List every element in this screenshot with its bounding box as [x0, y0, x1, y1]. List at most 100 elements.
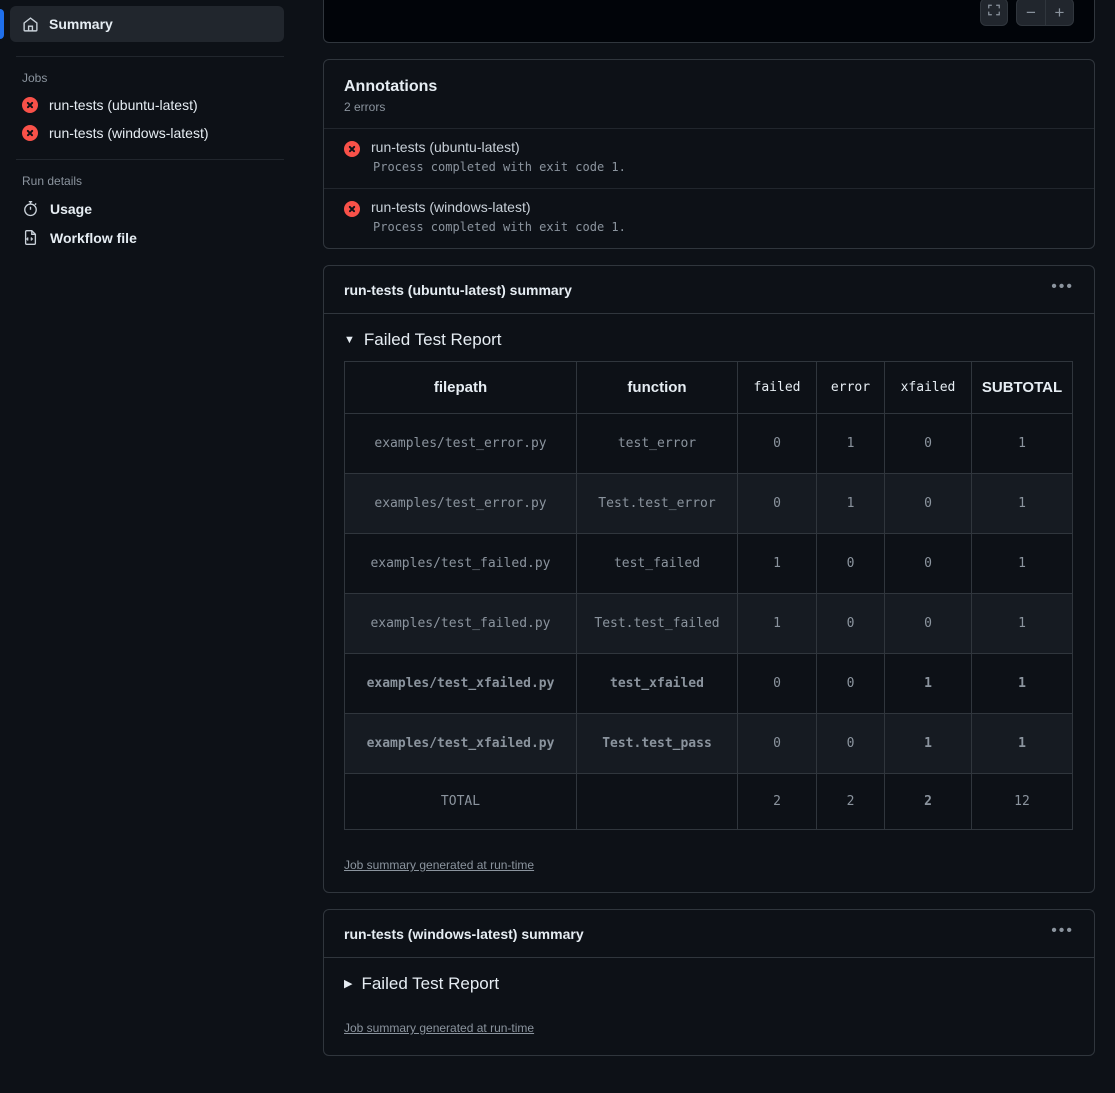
cell-filepath: examples/test_error.py [344, 413, 577, 474]
cell-filepath: examples/test_failed.py [344, 533, 577, 594]
error-status-icon [344, 141, 360, 157]
sidebar-item-summary[interactable]: Summary [0, 6, 300, 42]
cell-error: 0 [816, 533, 885, 594]
cell-error: 0 [816, 713, 885, 774]
cell-failed: 1 [737, 593, 817, 654]
column-header-subtotal: SUBTOTAL [971, 361, 1073, 414]
job-summary-title: run-tests (windows-latest) summary [344, 925, 584, 942]
table-row: examples/test_error.py Test.test_error 0… [344, 473, 1073, 534]
log-viewer-panel: − + [323, 0, 1095, 43]
job-summary-menu-button[interactable]: ••• [1051, 278, 1074, 301]
cell-xfailed: 1 [884, 653, 972, 714]
zoom-out-button[interactable]: − [1017, 0, 1045, 25]
home-icon [22, 16, 39, 33]
cell-xfailed: 0 [884, 593, 972, 654]
cell-function: Test.test_failed [576, 593, 738, 654]
cell-subtotal: 1 [971, 533, 1073, 594]
cell-filepath: examples/test_xfailed.py [344, 653, 577, 714]
annotation-job-name: run-tests (windows-latest) [371, 199, 531, 215]
cell-failed: 1 [737, 533, 817, 594]
runtime-note-link[interactable]: Job summary generated at run-time [344, 1021, 534, 1035]
cell-error: 0 [816, 593, 885, 654]
cell-error: 1 [816, 473, 885, 534]
sidebar-item-label: Summary [49, 16, 113, 32]
table-row: examples/test_xfailed.py test_xfailed 0 … [344, 653, 1073, 714]
table-row: examples/test_error.py test_error 0 1 0 … [344, 413, 1073, 474]
cell-total-label: TOTAL [344, 773, 577, 830]
job-summary-header: run-tests (ubuntu-latest) summary ••• [324, 266, 1094, 314]
failed-test-report-label: Failed Test Report [363, 330, 502, 349]
table-row: examples/test_failed.py test_failed 1 0 … [344, 533, 1073, 594]
table-total-row: TOTAL 2 2 2 12 [344, 773, 1073, 830]
job-summary-menu-button[interactable]: ••• [1051, 922, 1074, 945]
sidebar-job-ubuntu[interactable]: run-tests (ubuntu-latest) [0, 91, 300, 119]
cell-failed: 0 [737, 413, 817, 474]
active-accent-bar [0, 9, 4, 39]
cell-total-xfailed: 2 [884, 773, 972, 830]
sidebar-job-windows[interactable]: run-tests (windows-latest) [0, 119, 300, 147]
job-summary-title: run-tests (ubuntu-latest) summary [344, 281, 572, 298]
chevron-down-icon: ▼ [344, 333, 355, 346]
viewer-toolbar: − + [980, 0, 1074, 26]
column-header-filepath: filepath [344, 361, 577, 414]
cell-function: test_error [576, 413, 738, 474]
run-details-title: Run details [22, 174, 83, 188]
job-summary-card-ubuntu: run-tests (ubuntu-latest) summary ••• ▼ … [323, 265, 1095, 893]
sidebar-item-label: Workflow file [50, 229, 137, 246]
cell-function: Test.test_error [576, 473, 738, 534]
cell-subtotal: 1 [971, 593, 1073, 654]
main-content: − + Annotations 2 errors run-tests (ubun… [300, 0, 1115, 1093]
cell-failed: 0 [737, 653, 817, 714]
failed-test-report-label: Failed Test Report [361, 974, 500, 993]
annotations-header: Annotations 2 errors [324, 60, 1094, 128]
annotations-title: Annotations [344, 78, 438, 95]
cell-failed: 0 [737, 473, 817, 534]
cell-total-error: 2 [816, 773, 885, 830]
annotations-error-count: 2 errors [344, 100, 386, 114]
job-summary-card-windows: run-tests (windows-latest) summary ••• ▶… [323, 909, 1095, 1056]
annotation-message: Process completed with exit code 1. [373, 160, 626, 174]
failed-test-report-disclosure[interactable]: ▶ Failed Test Report [344, 974, 1074, 994]
annotation-job-name: run-tests (ubuntu-latest) [371, 139, 520, 155]
chevron-right-icon: ▶ [344, 977, 353, 990]
cell-filepath: examples/test_xfailed.py [344, 713, 577, 774]
cell-error: 0 [816, 653, 885, 714]
job-summary-header: run-tests (windows-latest) summary ••• [324, 910, 1094, 958]
failed-test-report-table: filepath function failed error xfailed S… [344, 361, 1073, 830]
cell-xfailed: 1 [884, 713, 972, 774]
column-header-error: error [816, 361, 885, 414]
column-header-failed: failed [737, 361, 817, 414]
annotation-item[interactable]: run-tests (windows-latest) Process compl… [324, 188, 1094, 248]
cell-filepath: examples/test_error.py [344, 473, 577, 534]
fullscreen-button[interactable] [980, 0, 1008, 26]
error-status-icon [344, 201, 360, 217]
cell-xfailed: 0 [884, 473, 972, 534]
zoom-controls: − + [1016, 0, 1074, 26]
zoom-in-button[interactable]: + [1045, 0, 1073, 25]
cell-function: Test.test_pass [576, 713, 738, 774]
cell-total-failed: 2 [737, 773, 817, 830]
stopwatch-icon [22, 200, 39, 217]
sidebar-item-usage[interactable]: Usage [0, 194, 300, 223]
file-code-icon [22, 229, 39, 246]
error-status-icon [22, 97, 38, 113]
annotation-message: Process completed with exit code 1. [373, 220, 626, 234]
cell-function: test_xfailed [576, 653, 738, 714]
sidebar-item-workflow-file[interactable]: Workflow file [0, 223, 300, 252]
runtime-note-link[interactable]: Job summary generated at run-time [344, 858, 534, 872]
failed-test-report-disclosure[interactable]: ▼ Failed Test Report [344, 330, 1074, 350]
fullscreen-icon [987, 3, 1001, 22]
job-summary-body: ▶ Failed Test Report Job summary generat… [324, 958, 1094, 1055]
cell-failed: 0 [737, 713, 817, 774]
cell-subtotal: 1 [971, 653, 1073, 714]
job-summary-body: ▼ Failed Test Report filepath function f… [324, 314, 1094, 892]
sidebar-job-label: run-tests (ubuntu-latest) [49, 97, 198, 113]
cell-total-subtotal: 12 [971, 773, 1073, 830]
annotation-item[interactable]: run-tests (ubuntu-latest) Process comple… [324, 128, 1094, 188]
cell-xfailed: 0 [884, 533, 972, 594]
cell-subtotal: 1 [971, 473, 1073, 534]
table-row: examples/test_xfailed.py Test.test_pass … [344, 713, 1073, 774]
sidebar-job-label: run-tests (windows-latest) [49, 125, 209, 141]
jobs-section-title: Jobs [22, 71, 48, 85]
cell-function: test_failed [576, 533, 738, 594]
